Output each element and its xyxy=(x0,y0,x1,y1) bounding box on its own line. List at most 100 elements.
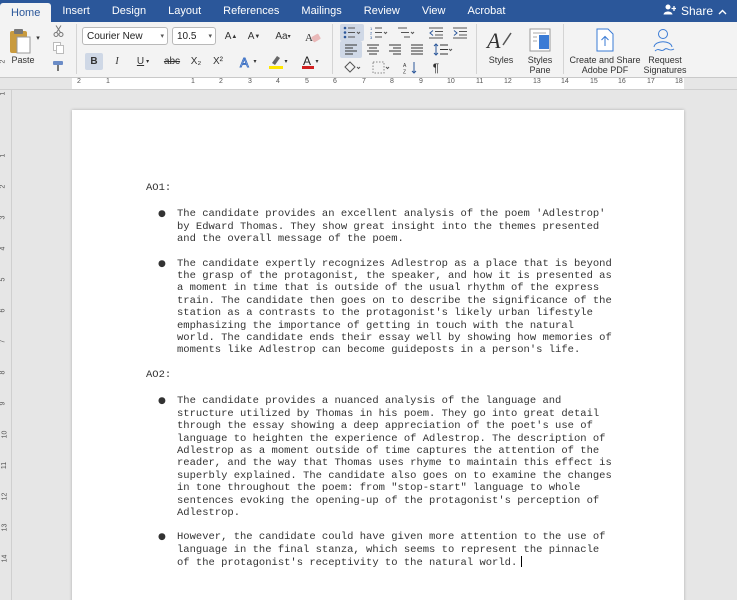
multilevel-list-icon xyxy=(398,27,415,38)
copy-icon[interactable] xyxy=(50,41,66,55)
shrink-font-button[interactable]: A ▼ xyxy=(244,28,264,45)
tab-review[interactable]: Review xyxy=(353,0,411,22)
tab-mailings[interactable]: Mailings xyxy=(290,0,352,22)
share-button[interactable]: Share xyxy=(663,0,737,22)
svg-text:Z: Z xyxy=(403,70,406,75)
sort-button[interactable]: AZ xyxy=(400,59,422,76)
signature-icon xyxy=(653,29,675,52)
align-center-button[interactable] xyxy=(362,41,384,58)
ribbon-separator xyxy=(563,24,564,74)
vruler-number: 5 xyxy=(0,277,7,282)
tab-insert[interactable]: Insert xyxy=(51,0,101,22)
svg-text:A: A xyxy=(403,63,407,69)
font-name-value: Courier New xyxy=(87,30,143,42)
tab-acrobat[interactable]: Acrobat xyxy=(457,0,517,22)
ruler-number: 15 xyxy=(590,78,598,85)
borders-icon xyxy=(372,61,390,74)
list-item[interactable]: ● The candidate provides an excellent ana… xyxy=(146,208,616,245)
bullets-button[interactable] xyxy=(340,24,364,41)
document-page[interactable]: AO1: ● The candidate provides an excellen… xyxy=(72,110,684,600)
increase-indent-icon xyxy=(453,27,467,38)
font-color-button[interactable]: A ▾ xyxy=(296,52,324,71)
align-left-button[interactable] xyxy=(340,41,362,58)
grow-font-button[interactable]: A ▲ xyxy=(221,28,241,45)
underline-button[interactable]: U ▾ xyxy=(131,53,155,70)
tab-design[interactable]: Design xyxy=(101,0,157,22)
bold-button[interactable]: B xyxy=(85,53,103,70)
superscript-button[interactable]: X² xyxy=(208,53,228,70)
vruler-number: 11 xyxy=(1,461,9,470)
numbering-button[interactable]: 123 xyxy=(367,24,391,41)
italic-button[interactable]: I xyxy=(108,53,126,70)
highlighter-icon xyxy=(269,55,284,69)
paint-bucket-icon xyxy=(344,61,361,73)
italic-label: I xyxy=(115,56,119,67)
font-size-combo[interactable]: 10.5 ▾ xyxy=(172,27,216,45)
clear-formatting-icon[interactable]: A xyxy=(302,27,324,46)
create-share-pdf-button[interactable] xyxy=(591,26,619,54)
text-effects-button[interactable]: A ▾ xyxy=(236,52,260,71)
list-item-text: The candidate provides an excellent anal… xyxy=(177,208,606,246)
shading-button[interactable] xyxy=(340,59,364,76)
document-body[interactable]: AO1: ● The candidate provides an excellen… xyxy=(146,182,616,582)
tab-layout[interactable]: Layout xyxy=(157,0,212,22)
styles-button[interactable]: A xyxy=(484,26,516,54)
add-person-icon xyxy=(663,4,677,18)
paste-button[interactable] xyxy=(6,26,34,56)
highlight-button[interactable]: ▾ xyxy=(264,52,292,71)
align-right-button[interactable] xyxy=(384,41,406,58)
ruler-number: 7 xyxy=(362,78,366,85)
section-ao1: AO1: ● The candidate provides an excellen… xyxy=(146,182,616,357)
vruler-number: 10 xyxy=(1,430,9,439)
bullet-list: ● The candidate provides a nuanced analys… xyxy=(146,395,616,569)
line-spacing-button[interactable] xyxy=(430,41,456,58)
change-case-button[interactable]: Aa ▾ xyxy=(270,28,296,45)
section-heading: AO2: xyxy=(146,368,172,381)
ruler-number: 11 xyxy=(476,78,484,85)
ruler-number: 17 xyxy=(647,78,655,85)
styles-pane-button[interactable] xyxy=(526,26,554,54)
chevron-down-icon: ▾ xyxy=(160,33,164,40)
justify-button[interactable] xyxy=(406,41,428,58)
list-item[interactable]: ● The candidate expertly recognizes Adles… xyxy=(146,258,616,357)
ruler-number: 3 xyxy=(248,78,252,85)
paste-dropdown-icon[interactable]: ▾ xyxy=(33,32,43,44)
ribbon-separator xyxy=(476,24,477,74)
increase-indent-button[interactable] xyxy=(450,24,470,41)
vruler-number: 8 xyxy=(0,370,7,375)
strikethrough-button[interactable]: abc xyxy=(161,53,183,70)
request-signatures-button[interactable] xyxy=(650,26,678,54)
multilevel-list-button[interactable] xyxy=(394,24,418,41)
section-ao2: AO2: ● The candidate provides a nuanced a… xyxy=(146,369,616,570)
pdf-share-icon xyxy=(596,28,614,52)
tab-home[interactable]: Home xyxy=(0,3,52,22)
list-item[interactable]: ● The candidate provides a nuanced analys… xyxy=(146,395,616,519)
svg-text:A: A xyxy=(240,55,249,69)
vruler-number: 12 xyxy=(1,492,9,501)
bullet-list: ● The candidate provides an excellent ana… xyxy=(146,208,616,356)
vruler-number: 7 xyxy=(0,339,7,344)
clipboard-icon xyxy=(10,29,31,54)
subscript-button[interactable]: X₂ xyxy=(186,53,206,70)
pilcrow-icon: ¶ xyxy=(432,60,440,75)
decrease-indent-button[interactable] xyxy=(426,24,446,41)
list-item[interactable]: ● However, the candidate could have given… xyxy=(146,531,616,569)
vruler-number: 14 xyxy=(1,554,9,563)
cut-icon[interactable] xyxy=(50,24,66,38)
horizontal-ruler[interactable]: 2 1 1 2 3 4 5 6 7 8 9 10 11 12 13 14 15 16 17 18 xyxy=(0,78,737,90)
ruler-number: 14 xyxy=(561,78,569,85)
format-painter-icon[interactable] xyxy=(50,59,66,73)
ruler-number: 6 xyxy=(333,78,337,85)
ruler-number: 10 xyxy=(447,78,455,85)
chevron-down-icon: ▾ xyxy=(208,33,212,40)
tab-view[interactable]: View xyxy=(411,0,457,22)
text-effects-icon: A xyxy=(240,55,250,69)
styles-label: Styles xyxy=(488,55,514,65)
font-name-combo[interactable]: Courier New ▾ xyxy=(82,27,168,45)
borders-button[interactable] xyxy=(368,59,396,76)
vertical-ruler[interactable]: 2 1 1 2 3 4 5 6 7 8 9 10 11 12 13 14 xyxy=(0,60,12,600)
show-formatting-button[interactable]: ¶ xyxy=(426,59,446,76)
ruler-number: 8 xyxy=(390,78,394,85)
vruler-number: 3 xyxy=(0,215,7,220)
tab-references[interactable]: References xyxy=(212,0,290,22)
